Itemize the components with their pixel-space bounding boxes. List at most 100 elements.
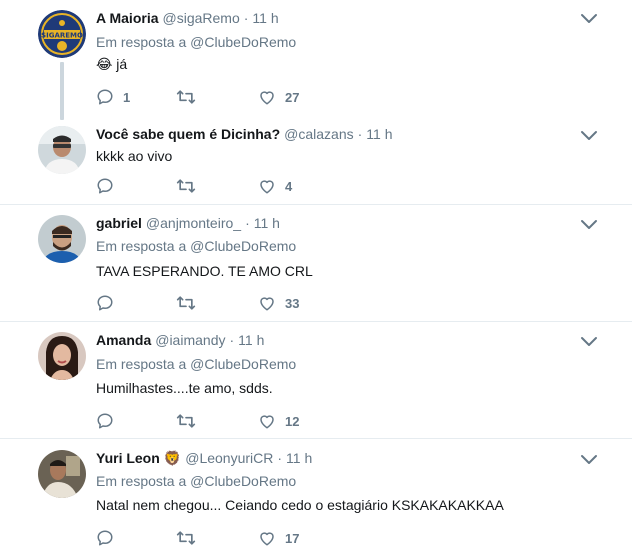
reply-prefix: Em resposta a <box>96 473 187 489</box>
like-button[interactable]: 12 <box>258 412 299 430</box>
like-count: 27 <box>285 89 300 105</box>
tweet-text: Natal nem chegou... Ceiando cedo o estag… <box>96 497 504 513</box>
tweet[interactable]: SIGAREMO A Maioria @sigaRemo · 11 h Em r… <box>0 0 632 120</box>
lion-emoji: 🦁 <box>163 450 182 466</box>
reply-prefix: Em resposta a <box>96 238 187 254</box>
reply-button[interactable] <box>96 177 123 195</box>
display-name[interactable]: gabriel <box>96 215 142 231</box>
retweet-icon <box>176 179 196 193</box>
retweet-button[interactable] <box>176 529 205 547</box>
like-count: 17 <box>285 530 300 546</box>
avatar[interactable] <box>38 450 86 498</box>
display-name[interactable]: A Maioria <box>96 10 159 26</box>
timestamp[interactable]: 11 h <box>254 215 280 231</box>
retweet-icon <box>176 531 196 545</box>
reply-context: Em resposta a @ClubeDoRemo <box>96 238 296 254</box>
avatar[interactable] <box>38 332 86 380</box>
retweet-button[interactable] <box>176 294 205 312</box>
reply-mention[interactable]: @ClubeDoRemo <box>190 238 296 254</box>
chevron-down-icon[interactable] <box>580 129 598 141</box>
reply-icon <box>97 413 113 429</box>
sigaremo-logo-icon: SIGAREMO <box>38 10 86 58</box>
heart-icon <box>260 297 274 311</box>
retweet-button[interactable] <box>176 412 205 430</box>
tweet-text: Humilhastes....te amo, sdds. <box>96 380 273 396</box>
reply-button[interactable] <box>96 529 123 547</box>
reply-icon <box>97 89 113 105</box>
chevron-down-icon[interactable] <box>580 453 598 465</box>
retweet-button[interactable] <box>176 88 205 106</box>
separator: · <box>243 10 249 26</box>
reply-context: Em resposta a @ClubeDoRemo <box>96 356 296 372</box>
user-photo-icon <box>38 332 86 380</box>
tweet-text: 😂 já <box>96 56 127 73</box>
username[interactable]: @sigaRemo <box>163 10 240 26</box>
tweet-header: Você sabe quem é Dicinha? @calazans · 11… <box>96 126 393 142</box>
like-button[interactable]: 27 <box>258 88 299 106</box>
chevron-down-icon[interactable] <box>580 335 598 347</box>
tweet-text: TAVA ESPERANDO. TE AMO CRL <box>96 263 313 279</box>
tweet[interactable]: Você sabe quem é Dicinha? @calazans · 11… <box>0 120 632 204</box>
timestamp[interactable]: 11 h <box>286 450 312 466</box>
username[interactable]: @anjmonteiro_ <box>146 215 241 231</box>
tweet-actions: 17 <box>96 528 396 548</box>
retweet-button[interactable] <box>176 177 205 195</box>
tweet[interactable]: Amanda @iaimandy · 11 h Em resposta a @C… <box>0 322 632 438</box>
reply-button[interactable] <box>96 294 123 312</box>
heart-icon <box>260 415 274 429</box>
tweet-actions: 33 <box>96 293 396 313</box>
tweet-actions: 4 <box>96 176 396 196</box>
tweet[interactable]: gabriel @anjmonteiro_ · 11 h Em resposta… <box>0 205 632 321</box>
display-name[interactable]: Amanda <box>96 332 151 348</box>
heart-icon <box>260 180 274 194</box>
reply-button[interactable] <box>96 412 123 430</box>
reply-icon <box>97 530 113 546</box>
timestamp[interactable]: 11 h <box>366 126 392 142</box>
tweet-actions: 1 27 <box>96 87 396 107</box>
reply-prefix: Em resposta a <box>96 356 187 372</box>
separator: · <box>245 215 250 231</box>
reply-context: Em resposta a @ClubeDoRemo <box>96 473 296 489</box>
reply-count: 1 <box>123 89 131 105</box>
like-count: 12 <box>285 413 300 429</box>
timestamp[interactable]: 11 h <box>238 332 264 348</box>
reply-button[interactable]: 1 <box>96 88 130 106</box>
tweet[interactable]: Yuri Leon 🦁 @LeonyuriCR · 11 h Em respos… <box>0 439 632 557</box>
tweet-header: A Maioria @sigaRemo · 11 h <box>96 10 279 26</box>
user-photo-icon <box>38 450 86 498</box>
display-name[interactable]: Você sabe quem é Dicinha? <box>96 126 280 142</box>
timestamp[interactable]: 11 h <box>252 10 278 26</box>
like-count: 33 <box>285 295 300 311</box>
tweet-header: Amanda @iaimandy · 11 h <box>96 332 264 348</box>
username[interactable]: @calazans <box>284 126 353 142</box>
username[interactable]: @LeonyuriCR <box>185 450 273 466</box>
tweet-actions: 12 <box>96 411 396 431</box>
avatar[interactable] <box>38 126 86 174</box>
like-button[interactable]: 33 <box>258 294 299 312</box>
retweet-icon <box>176 296 196 310</box>
like-button[interactable]: 4 <box>258 177 292 195</box>
reply-icon <box>97 295 113 311</box>
separator: · <box>277 450 283 466</box>
separator: · <box>357 126 363 142</box>
heart-icon <box>260 91 274 105</box>
tweet-header: gabriel @anjmonteiro_ · 11 h <box>96 215 280 231</box>
reply-mention[interactable]: @ClubeDoRemo <box>190 34 296 50</box>
avatar[interactable]: SIGAREMO <box>38 10 86 58</box>
avatar[interactable] <box>38 215 86 263</box>
heart-icon <box>260 532 274 546</box>
laughing-emoji: 😂 <box>96 56 113 72</box>
retweet-icon <box>176 90 196 104</box>
display-name[interactable]: Yuri Leon <box>96 450 160 466</box>
tweet-text: kkkk ao vivo <box>96 148 173 164</box>
chevron-down-icon[interactable] <box>580 218 598 230</box>
tweet-body: já <box>116 56 128 72</box>
reply-mention[interactable]: @ClubeDoRemo <box>190 473 296 489</box>
tweet-header: Yuri Leon 🦁 @LeonyuriCR · 11 h <box>96 450 312 467</box>
username[interactable]: @iaimandy <box>155 332 225 348</box>
user-photo-icon <box>38 126 86 174</box>
like-button[interactable]: 17 <box>258 529 299 547</box>
reply-mention[interactable]: @ClubeDoRemo <box>190 356 296 372</box>
reply-icon <box>97 178 113 194</box>
chevron-down-icon[interactable] <box>580 12 598 24</box>
